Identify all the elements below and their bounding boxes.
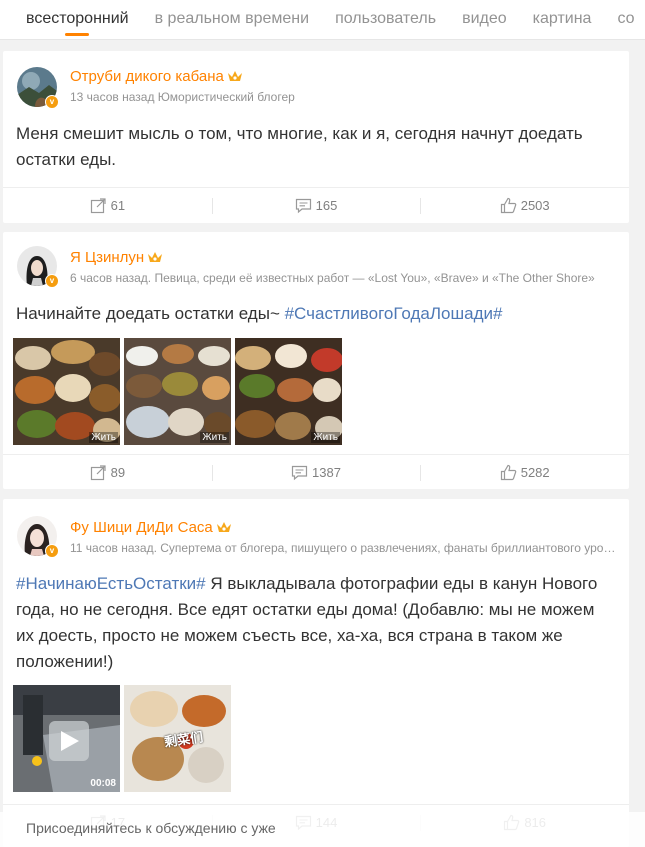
like-count: 5282 [520, 465, 550, 480]
repost-icon [90, 465, 106, 481]
like-button[interactable]: 2503 [420, 188, 629, 223]
post-image[interactable]: Жить [13, 338, 120, 445]
tab-realtime[interactable]: в реальном времени [155, 0, 309, 39]
post-card: v Отруби дикого кабана 13 часов назад Юм… [3, 51, 629, 223]
hashtag-link[interactable]: #СчастливогоГодаЛошади# [285, 304, 503, 323]
image-grid: Жить Жить Жить [13, 338, 342, 445]
post-header: v Отруби дикого кабана 13 часов назад Юм… [3, 51, 629, 109]
post-actions: 89 1387 5282 [3, 454, 629, 490]
repost-count: 61 [110, 198, 126, 213]
tab-picture[interactable]: картина [533, 0, 592, 39]
tab-more[interactable]: со [617, 0, 634, 39]
thumbs-up-icon [500, 197, 517, 214]
tab-video[interactable]: видео [462, 0, 507, 39]
live-label: Жить [200, 432, 229, 443]
post-video[interactable]: 00:08 [13, 685, 120, 792]
post-meta: 11 часов назад. Супертема от блогера, пи… [70, 541, 618, 555]
post-card: v Я Цзинлун 6 часов назад. Певица, среди… [3, 232, 629, 489]
post-image[interactable]: 剩菜们 [124, 685, 231, 792]
post-text: Меня смешит мысль о том, что многие, как… [16, 124, 583, 169]
like-button[interactable]: 5282 [420, 455, 629, 490]
author-name[interactable]: Я Цзинлун [70, 249, 163, 266]
thumbs-up-icon [500, 464, 517, 481]
comment-count: 165 [315, 198, 338, 213]
comment-count: 1387 [312, 465, 341, 480]
post-card: v Фу Шици ДиДи Саса 11 часов назад. Супе… [3, 499, 629, 847]
repost-count: 89 [110, 465, 126, 480]
verified-icon: v [45, 95, 59, 109]
crown-icon [148, 252, 163, 262]
live-label: Жить [89, 432, 118, 443]
repost-button[interactable]: 89 [3, 455, 212, 490]
like-count: 2503 [520, 198, 550, 213]
repost-icon [90, 198, 106, 214]
post-image[interactable]: Жить [124, 338, 231, 445]
search-tabs: всесторонний в реальном времени пользова… [0, 0, 645, 40]
post-actions: 61 165 2503 [3, 187, 629, 223]
crown-icon [216, 522, 231, 532]
tab-comprehensive[interactable]: всесторонний [26, 0, 129, 39]
author-name[interactable]: Отруби дикого кабана [70, 68, 243, 85]
comment-icon [291, 465, 308, 481]
verified-icon: v [45, 544, 59, 558]
comment-hint[interactable]: Присоединяйтесь к обсуждению с уже [26, 820, 276, 836]
post-text: #НачинаюЕстьОстатки# Я выкладывала фотог… [16, 574, 598, 671]
video-duration: 00:08 [90, 778, 116, 789]
comment-icon [295, 198, 311, 214]
comment-button[interactable]: 1387 [211, 455, 421, 490]
crown-icon [227, 71, 242, 81]
live-label: Жить [311, 432, 340, 443]
comment-button[interactable]: 165 [211, 188, 421, 223]
post-meta: 6 часов назад. Певица, среди её известны… [70, 271, 595, 285]
post-header: v Я Цзинлун 6 часов назад. Певица, среди… [3, 232, 629, 288]
author-name[interactable]: Фу Шици ДиДи Саса [70, 519, 232, 536]
verified-icon: v [45, 274, 59, 288]
post-text: Начинайте доедать остатки еды~ #Счастлив… [16, 304, 503, 323]
post-meta: 13 часов назад Юмористический блогер [70, 90, 295, 104]
repost-button[interactable]: 61 [3, 188, 212, 223]
tab-user[interactable]: пользователь [335, 0, 436, 39]
post-header: v Фу Шици ДиДи Саса 11 часов назад. Супе… [3, 499, 629, 558]
image-grid: 00:08 剩菜们 [13, 685, 231, 792]
hashtag-link[interactable]: #НачинаюЕстьОстатки# [16, 574, 206, 593]
post-image[interactable]: Жить [235, 338, 342, 445]
